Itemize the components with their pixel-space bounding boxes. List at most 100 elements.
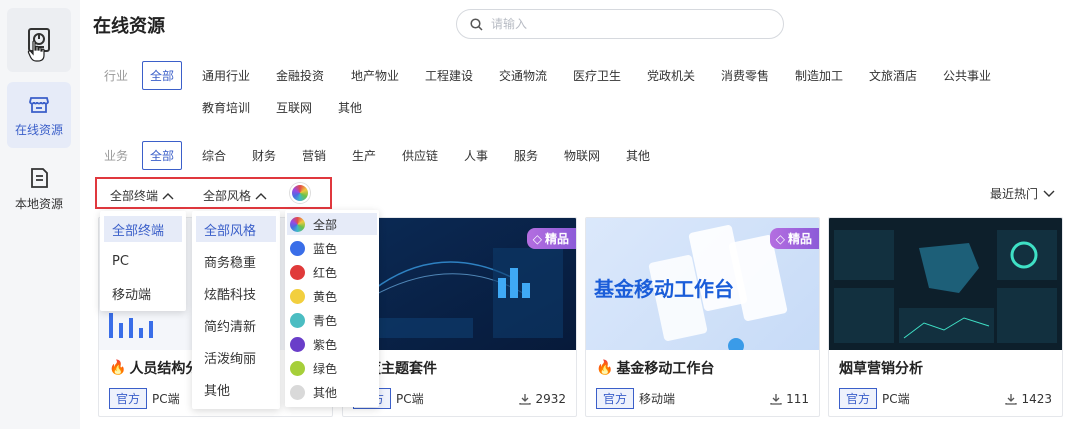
download-count-value: 1423: [1021, 391, 1052, 406]
template-card[interactable]: 基金移动工作台 ◇ 精品 🔥 基金移动工作台 官方 移动端 111: [585, 217, 820, 417]
color-option[interactable]: 蓝色: [287, 237, 377, 259]
industry-tag[interactable]: 教育培训: [202, 99, 250, 116]
document-icon: [31, 167, 48, 188]
business-tag[interactable]: 营销: [302, 147, 326, 164]
business-tag[interactable]: 物联网: [564, 147, 600, 164]
business-tag[interactable]: 供应链: [402, 147, 438, 164]
main-panel: 在线资源 行业 全部 通用行业 金融投资 地产物业 工程建设 交通物流 医疗卫生…: [80, 0, 1066, 429]
red-swatch: [290, 264, 305, 280]
purple-swatch: [290, 336, 305, 352]
style-option[interactable]: 简约清新: [196, 312, 276, 338]
store-icon: [29, 96, 49, 113]
industry-tag[interactable]: 公共事业: [943, 67, 991, 84]
business-tag[interactable]: 生产: [352, 147, 376, 164]
industry-tag[interactable]: 地产物业: [351, 67, 399, 84]
platform-label: PC端: [396, 392, 424, 406]
style-option[interactable]: 炫酷科技: [196, 280, 276, 306]
color-option[interactable]: 紫色: [287, 333, 377, 355]
green-swatch: [290, 360, 305, 376]
industry-tag[interactable]: 党政机关: [647, 67, 695, 84]
color-filter-icon[interactable]: [290, 183, 310, 203]
color-option[interactable]: 绿色: [287, 357, 377, 379]
premium-badge: ◇ 精品: [526, 228, 576, 249]
color-option-label: 绿色: [313, 361, 338, 376]
card-title: 烟草营销分析: [839, 358, 923, 378]
card-meta: 官方 PC端 1423: [839, 388, 1052, 409]
sidebar-item-label: 在线资源: [14, 122, 63, 137]
sidebar-item-local-resources[interactable]: 本地资源: [7, 156, 71, 222]
industry-tag[interactable]: 交通物流: [499, 67, 547, 84]
business-tag[interactable]: 人事: [464, 147, 488, 164]
download-count-value: 111: [786, 391, 809, 406]
business-tag[interactable]: 服务: [514, 147, 538, 164]
card-thumbnail: [829, 218, 1062, 350]
industry-tag[interactable]: 文旅酒店: [869, 67, 917, 84]
terminal-option[interactable]: PC: [104, 248, 182, 274]
search-box[interactable]: [456, 9, 784, 39]
search-input[interactable]: [491, 17, 761, 31]
thumbnail-title: 基金移动工作台: [594, 277, 734, 301]
color-option[interactable]: 黄色: [287, 285, 377, 307]
style-filter[interactable]: 全部风格: [203, 187, 267, 204]
sidebar-item-online-resources[interactable]: 在线资源: [7, 82, 71, 148]
terminal-option[interactable]: 移动端: [104, 280, 182, 306]
industry-tag[interactable]: 医疗卫生: [573, 67, 621, 84]
card-title: 🔥 基金移动工作台: [596, 358, 714, 378]
premium-label: 精品: [544, 232, 569, 246]
download-icon: [1005, 393, 1018, 405]
thumbnail-dashboard: [829, 218, 1062, 350]
terminal-filter-label: 全部终端: [110, 189, 159, 203]
sort-select[interactable]: 最近热门: [990, 185, 1055, 202]
industry-label: 行业: [104, 69, 129, 83]
template-card[interactable]: 烟草营销分析 官方 PC端 1423: [828, 217, 1063, 417]
sort-label: 最近热门: [990, 187, 1039, 201]
card-title-text: 烟草营销分析: [839, 361, 923, 377]
card-title: 🔥 人员结构分: [109, 358, 199, 378]
business-tag[interactable]: 财务: [252, 147, 276, 164]
download-icon: [519, 393, 532, 405]
sidebar-item-dashboard[interactable]: [7, 8, 71, 72]
color-option-label: 黄色: [313, 289, 338, 304]
platform-label: PC端: [882, 392, 910, 406]
style-option[interactable]: 活泼绚丽: [196, 344, 276, 370]
page-title: 在线资源: [93, 16, 165, 37]
color-option[interactable]: 红色: [287, 261, 377, 283]
chevron-up-icon: [255, 192, 267, 199]
industry-tag[interactable]: 消费零售: [721, 67, 769, 84]
industry-tag[interactable]: 工程建设: [425, 67, 473, 84]
industry-tag[interactable]: 金融投资: [276, 67, 324, 84]
terminal-option[interactable]: 全部终端: [104, 216, 182, 242]
color-dropdown: 全部 蓝色 红色 黄色 青色 紫色 绿色 其他: [285, 210, 379, 407]
chevron-up-icon: [162, 192, 174, 199]
business-tag-all[interactable]: 全部: [142, 141, 183, 170]
terminal-filter[interactable]: 全部终端: [110, 187, 174, 204]
industry-tag[interactable]: 制造加工: [795, 67, 843, 84]
style-option[interactable]: 商务稳重: [196, 248, 276, 274]
style-dropdown: 全部风格 商务稳重 炫酷科技 简约清新 活泼绚丽 其他: [192, 211, 280, 409]
color-option-label: 其他: [313, 385, 338, 400]
official-badge: 官方: [596, 388, 635, 409]
platform-label: 移动端: [639, 392, 676, 406]
search-icon: [470, 17, 483, 31]
platform-label: PC端: [152, 392, 180, 406]
business-tag[interactable]: 综合: [202, 147, 226, 164]
color-option-label: 紫色: [313, 337, 338, 352]
industry-tag[interactable]: 通用行业: [202, 67, 250, 84]
card-title-text: 人员结构分: [129, 361, 200, 377]
official-badge: 官方: [109, 388, 148, 409]
business-tag[interactable]: 其他: [626, 147, 650, 164]
style-option[interactable]: 其他: [196, 376, 276, 402]
chevron-down-icon: [1043, 190, 1055, 197]
color-option[interactable]: 青色: [287, 309, 377, 331]
download-icon: [770, 393, 782, 405]
color-option[interactable]: 其他: [287, 381, 377, 403]
cyan-swatch: [290, 312, 305, 328]
industry-tag[interactable]: 其他: [338, 99, 362, 116]
premium-label: 精品: [787, 232, 812, 246]
industry-tag[interactable]: 互联网: [276, 99, 312, 116]
industry-tag-all[interactable]: 全部: [142, 61, 183, 90]
diamond-icon: ◇: [775, 231, 785, 246]
color-option[interactable]: 全部: [287, 213, 377, 235]
style-option[interactable]: 全部风格: [196, 216, 276, 242]
download-count-value: 2932: [535, 391, 566, 406]
